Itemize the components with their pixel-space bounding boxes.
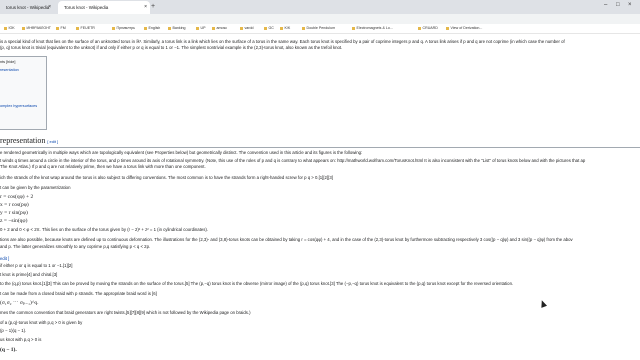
formula-line: z = −sin(qφ) — [0, 218, 28, 224]
bookmark-item[interactable]: Double Pendulum — [302, 24, 336, 33]
bookmark-item[interactable]: FEUETR — [76, 24, 95, 33]
bookmark-item[interactable]: ИНФРАКЛОНТ — [22, 24, 52, 33]
close-icon[interactable]: × — [48, 1, 51, 14]
bookmark-item[interactable]: Пргммлтрь — [112, 24, 135, 33]
paragraph-line: e rendered geometrically in multiple way… — [0, 150, 363, 155]
new-tab-button[interactable]: + — [151, 1, 155, 13]
bookmark-item[interactable]: K/K — [280, 24, 291, 33]
bookmark-item[interactable]: English — [144, 24, 161, 33]
table-of-contents: nts [hide] resentation omplex hypersurfa… — [0, 56, 47, 130]
formula-line: x = r cos(pφ) — [0, 202, 29, 208]
bookmark-item[interactable]: vardd — [240, 24, 254, 33]
bookmark-item[interactable]: UP — [196, 24, 206, 33]
minimize-button[interactable]: – — [604, 2, 607, 8]
paragraph-line: and p. The latter generalizes smoothly t… — [0, 244, 151, 249]
bookmark-item[interactable]: CRUARD — [418, 24, 438, 33]
address-toolbar[interactable] — [0, 14, 640, 24]
maximize-button[interactable]: □ — [616, 2, 620, 8]
paragraph-line: of a (p,q)-torus knot with p,q > 0 is gi… — [0, 320, 83, 325]
close-icon[interactable]: × — [144, 1, 147, 14]
intro-text: (p, q) torus knot is trivial (equivalent… — [0, 45, 343, 50]
formula-line: y = r sin(pφ) — [0, 210, 28, 216]
tab-strip: torus knot - Wikipedia × Torus knot - Wi… — [0, 0, 640, 14]
formula-line: (q − 1). — [0, 347, 17, 353]
paragraph-line: (p − 1)(q − 1). — [0, 328, 27, 333]
toc-title: nts [hide] — [0, 60, 16, 64]
tab-torus-knot-2[interactable]: Torus knot - Wikipedia × — [58, 1, 150, 14]
paragraph-line: to the (q,p) torus knot.[1][3] This can … — [0, 281, 514, 286]
paragraph-line: tions are also possible, because knots a… — [0, 237, 573, 242]
tab-torus-knot-1[interactable]: torus knot - Wikipedia × — [0, 1, 54, 14]
paragraph-line: mes the common convention that braid gen… — [0, 310, 251, 315]
bookmark-item[interactable]: amosc — [212, 24, 228, 33]
edit-link[interactable]: edit ] — [0, 256, 9, 261]
edit-link[interactable]: [ edit ] — [47, 139, 58, 144]
intro-text: is a special kind of knot that lies on t… — [0, 39, 565, 44]
paragraph-line: us knot with p,q > 0 is — [0, 337, 42, 342]
toc-item[interactable]: resentation — [0, 68, 19, 72]
paragraph-line: ich the strands of the knot wrap around … — [0, 175, 333, 180]
tab-title: torus knot - Wikipedia — [6, 5, 50, 10]
paragraph-line: 0 + 2 and 0 < φ < 2π. This lies on the s… — [0, 227, 209, 232]
close-window-button[interactable]: × — [628, 2, 632, 8]
section-title: representation — [0, 136, 46, 145]
paragraph-line: t winds q times around a circle in the i… — [0, 158, 586, 163]
bookmark-item[interactable]: IOK — [4, 24, 15, 33]
paragraph-line: t can be given by the parametrization — [0, 185, 71, 190]
formula-line: r = cos(qφ) + 2 — [0, 194, 34, 200]
article-content: is a special kind of knot that lies on t… — [0, 34, 640, 360]
paragraph-line: The Knot Atlas.) If p and q are not rela… — [0, 164, 206, 169]
paragraph-line: if either p or q is equal to 1 or −1.[1]… — [0, 263, 73, 268]
toc-item[interactable]: omplex hypersurfaces — [0, 104, 37, 108]
paragraph-line: t can be made from a closed braid with p… — [0, 291, 157, 296]
bookmarks-bar: IOK ИНФРАКЛОНТ FM FEUETR Пргммлтрь Engli… — [0, 24, 640, 34]
bookmark-item[interactable]: Electromagnets & Lo... — [352, 24, 393, 33]
paragraph-line: t knot is prime[4] and chiral.[3] — [0, 272, 58, 277]
bookmark-item[interactable]: GC — [264, 24, 274, 33]
bookmark-item[interactable]: FM — [56, 24, 66, 33]
braid-word-formula: (σ₁σ₂ ⋯ σₚ₋₁)^q. — [0, 300, 39, 306]
bookmark-item[interactable]: View of Derivation... — [446, 24, 483, 33]
tab-title: Torus knot - Wikipedia — [64, 5, 109, 10]
bookmark-item[interactable]: Banking — [168, 24, 186, 33]
section-divider — [0, 147, 640, 148]
section-heading: representation [ edit ] — [0, 136, 58, 147]
